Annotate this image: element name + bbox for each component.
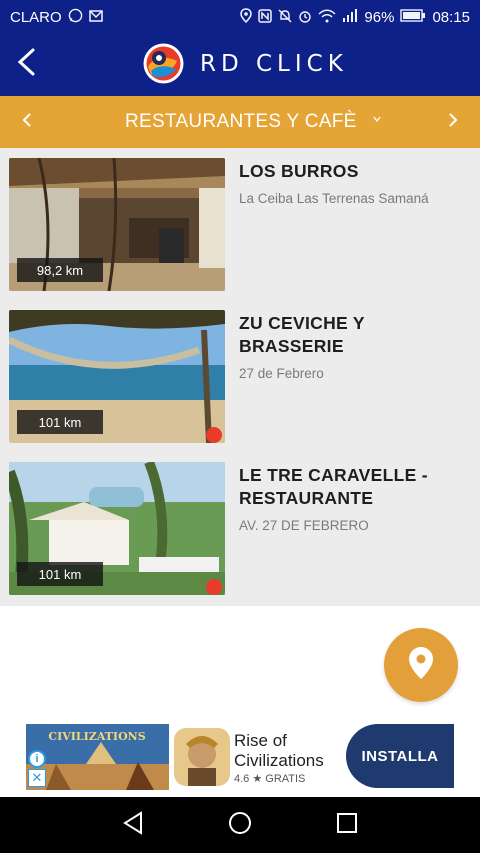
place-thumbnail: 101 km (9, 462, 225, 595)
ad-rating: 4.6 ★ GRATIS (234, 773, 306, 785)
place-name: LOS BURROS (239, 161, 359, 181)
ad-banner[interactable]: CIVILIZATIONS i ✕ Rise of Civilizations … (26, 724, 454, 790)
wifi-icon (318, 9, 336, 26)
list-item[interactable]: 101 km ZU CEVICHE Y BRASSERIE 27 de Febr… (0, 300, 480, 452)
ad-app-name: Rise of Civilizations (234, 731, 324, 770)
nav-recents-button[interactable] (332, 810, 362, 840)
category-next-button[interactable] (441, 109, 465, 133)
signal-icon (342, 9, 358, 25)
system-nav-bar (0, 797, 480, 853)
app-title: RD CLICK (200, 51, 348, 77)
list-item[interactable]: 98,2 km LOS BURROS La Ceiba Las Terrenas… (0, 148, 480, 300)
place-thumbnail: 98,2 km (9, 158, 225, 291)
battery-icon (400, 9, 426, 25)
close-icon[interactable]: ✕ (28, 769, 46, 787)
chevron-down-icon[interactable] (373, 114, 381, 125)
distance-badge: 98,2 km (17, 258, 103, 282)
ad-app-icon (174, 728, 230, 786)
location-icon (240, 8, 253, 26)
map-location-button[interactable] (384, 628, 458, 702)
places-list: 98,2 km LOS BURROS La Ceiba Las Terrenas… (0, 148, 480, 606)
place-thumbnail: 101 km (9, 310, 225, 443)
map-pin-icon (408, 646, 434, 685)
circle-home-icon (228, 811, 252, 840)
mail-icon (88, 9, 103, 25)
category-title[interactable]: RESTAURANTES Y CAFÈ (125, 111, 357, 133)
place-address: 27 de Febrero (239, 366, 324, 381)
distance-badge: 101 km (17, 410, 103, 434)
square-recents-icon (336, 812, 358, 839)
place-address: AV. 27 DE FEBRERO (239, 518, 369, 533)
place-name: ZU CEVICHE Y BRASSERIE (239, 313, 365, 356)
ad-banner-text: CIVILIZATIONS (48, 730, 145, 743)
alarm-icon (298, 9, 312, 26)
distance-badge: 101 km (17, 562, 103, 586)
nfc-icon (258, 8, 273, 26)
info-icon[interactable]: i (28, 750, 46, 768)
battery-percent: 96% (364, 8, 395, 26)
mute-icon (278, 9, 292, 26)
chevron-left-icon (22, 110, 32, 133)
nav-back-button[interactable] (118, 810, 148, 840)
category-bar: RESTAURANTES Y CAFÈ (0, 96, 480, 148)
place-name: LE TRE CARAVELLE - RESTAURANTE (239, 465, 428, 508)
back-button[interactable] (8, 46, 44, 82)
app-logo (143, 43, 184, 84)
status-bar: CLARO 96% 08:15 (0, 0, 480, 34)
back-arrow-icon (15, 47, 37, 82)
place-address: La Ceiba Las Terrenas Samaná (239, 191, 429, 206)
nav-home-button[interactable] (225, 810, 255, 840)
carrier-label: CLARO (10, 8, 62, 26)
category-prev-button[interactable] (15, 109, 39, 133)
list-item[interactable]: 101 km LE TRE CARAVELLE - RESTAURANTE AV… (0, 452, 480, 604)
clock: 08:15 (432, 8, 470, 26)
triangle-back-icon (122, 810, 144, 840)
ad-image[interactable]: CIVILIZATIONS i ✕ (26, 724, 169, 790)
chevron-right-icon (448, 110, 458, 133)
app-header: RD CLICK (0, 34, 480, 96)
install-button[interactable]: INSTALLA (346, 724, 454, 788)
whatsapp-icon (68, 8, 83, 26)
